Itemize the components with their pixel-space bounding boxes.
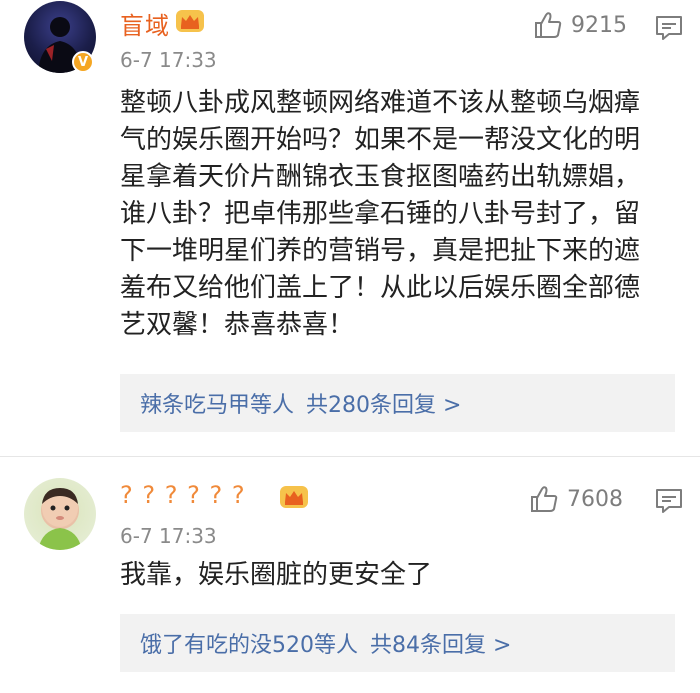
like-button[interactable]: 9215 xyxy=(533,10,627,40)
thumbs-up-icon xyxy=(535,12,562,38)
verified-badge: V xyxy=(72,51,94,73)
like-count: 9215 xyxy=(571,12,627,38)
replies-link[interactable]: 辣条吃马甲等人 共280条回复 > xyxy=(120,374,675,432)
like-count: 7608 xyxy=(567,486,623,512)
comment-bubble-icon[interactable] xyxy=(655,15,683,41)
reply-users: 饿了有吃的没520等人 xyxy=(140,633,358,658)
avatar-child-icon xyxy=(38,488,82,550)
replies-link[interactable]: 饿了有吃的没520等人 共84条回复 > xyxy=(120,614,675,672)
avatar[interactable] xyxy=(24,478,96,550)
comment-item: V 盲域 6-7 17:33 9215 整顿八卦成风整顿网络难道不该从整顿乌烟瘴… xyxy=(0,0,700,456)
comment-bubble-icon[interactable] xyxy=(655,488,683,514)
username[interactable]: 盲域 xyxy=(120,6,170,41)
crown-icon xyxy=(280,486,308,508)
comment-text: 整顿八卦成风整顿网络难道不该从整顿乌烟瘴气的娱乐圈开始吗？如果不是一帮没文化的明… xyxy=(120,88,641,340)
thumbs-up-icon xyxy=(531,486,558,512)
reply-count: 共84条回复 > xyxy=(370,633,512,658)
username[interactable]: ? ? ? ? ? ? xyxy=(120,481,246,509)
comment-text: 我靠，娱乐圈脏的更安全了 xyxy=(120,560,433,590)
crown-icon xyxy=(176,10,204,32)
reply-count: 共280条回复 > xyxy=(306,393,462,418)
comment-item: ? ? ? ? ? ? 6-7 17:33 7608 我靠，娱乐圈脏的更安全了 … xyxy=(0,457,700,693)
like-button[interactable]: 7608 xyxy=(529,484,623,514)
timestamp: 6-7 17:33 xyxy=(120,524,217,548)
timestamp: 6-7 17:33 xyxy=(120,48,217,72)
reply-users: 辣条吃马甲等人 xyxy=(140,393,295,418)
